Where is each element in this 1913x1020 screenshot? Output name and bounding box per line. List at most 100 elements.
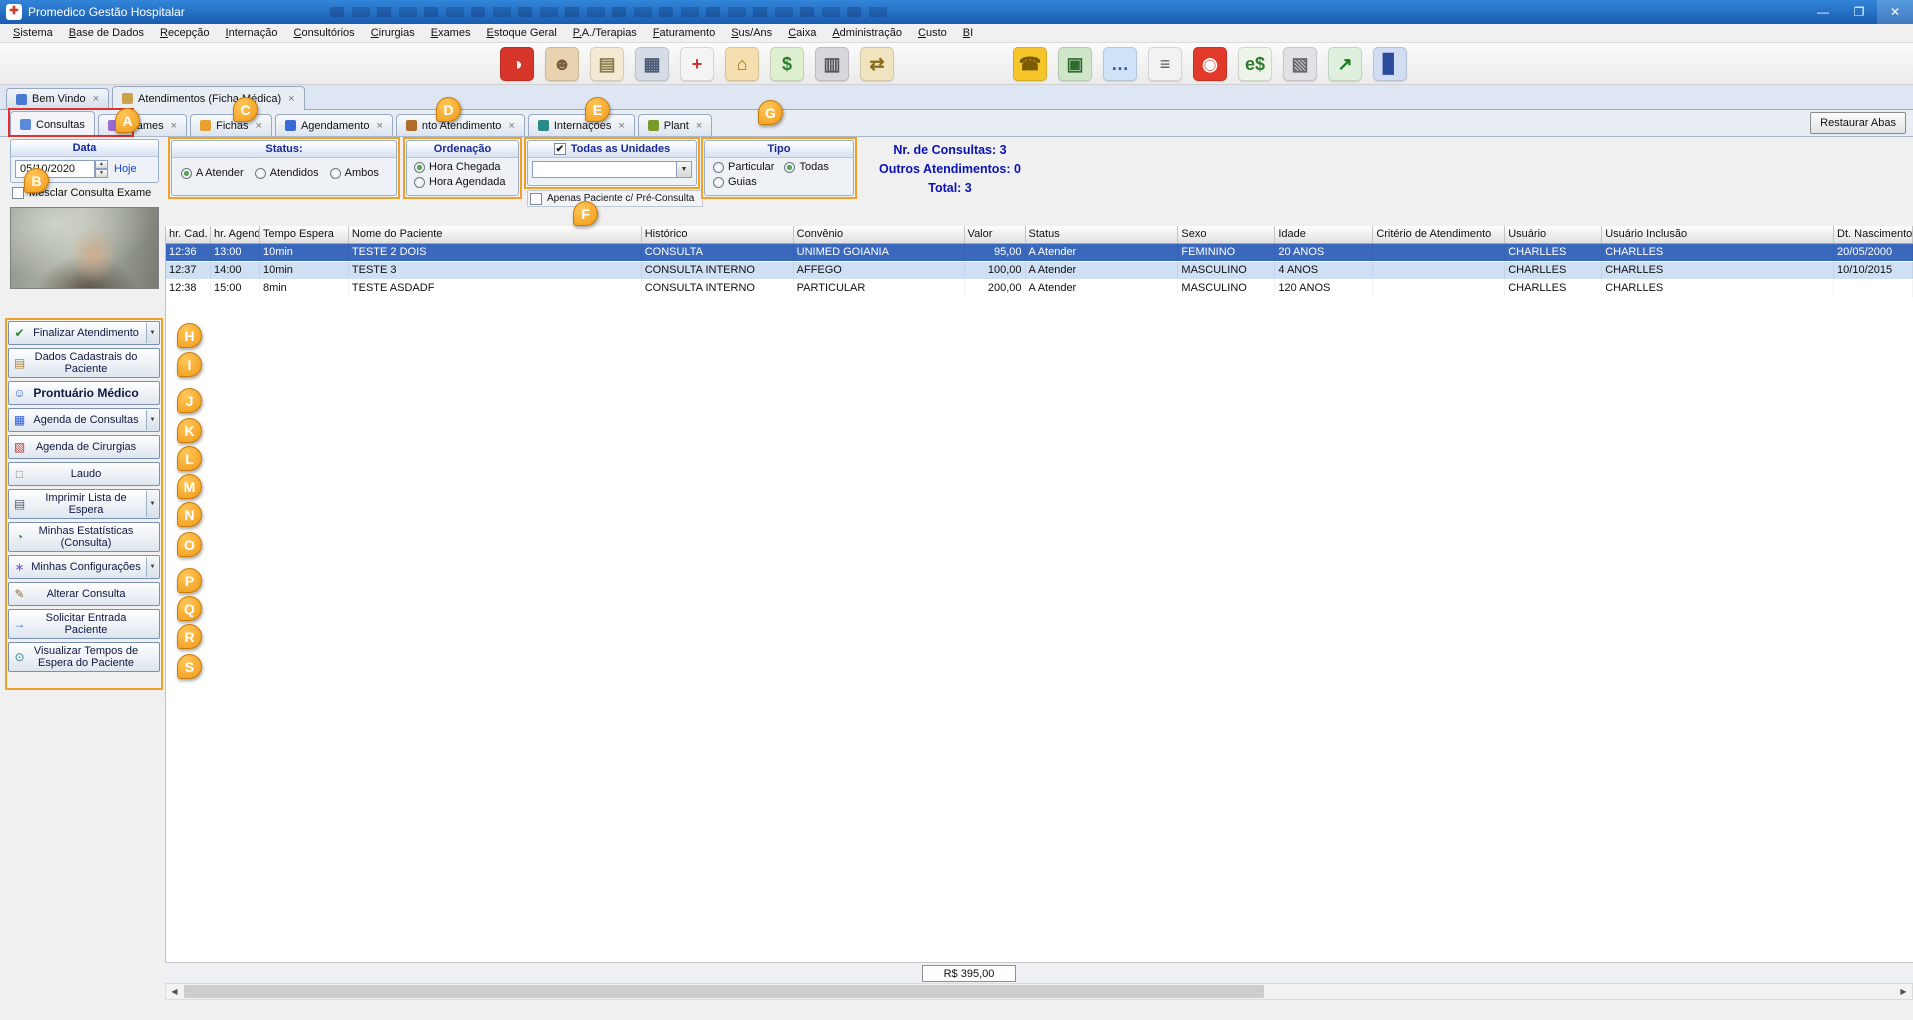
ordenacao-option-hora-agendada[interactable]: Hora Agendada — [414, 176, 518, 188]
menu-item-administracao[interactable]: Administração — [824, 25, 910, 41]
column-header-convenio[interactable]: Convênio — [794, 226, 965, 243]
main-tab-atendimentos-ficha-medica[interactable]: Atendimentos (Ficha Médica)× — [112, 86, 305, 110]
date-spinner[interactable] — [95, 160, 108, 178]
close-tab-icon[interactable]: × — [256, 120, 262, 132]
tipo-option-guias[interactable]: Guias — [713, 176, 853, 188]
table-row[interactable]: 12:3714:0010minTESTE 3CONSULTA INTERNOAF… — [166, 262, 1913, 280]
menu-item-bi[interactable]: BI — [955, 25, 981, 41]
sidebar-button-imprimir-lista-de-espera[interactable]: ▤Imprimir Lista de Espera — [8, 489, 160, 519]
column-header-historico[interactable]: Histórico — [642, 226, 794, 243]
sidebar-button-solicitar-entrada-paciente[interactable]: →Solicitar Entrada Paciente — [8, 609, 160, 639]
catalog-icon[interactable]: ▧ — [1283, 47, 1317, 81]
sidebar-button-minhas-estatisticas-consulta[interactable]: ◔Minhas Estatísticas (Consulta) — [8, 522, 160, 552]
dropdown-arrow-icon[interactable] — [146, 557, 158, 577]
spinner-up-icon[interactable] — [95, 160, 108, 169]
close-tab-icon[interactable]: × — [376, 120, 382, 132]
e-invoice-icon[interactable]: e$ — [1238, 47, 1272, 81]
today-button[interactable]: Hoje — [114, 163, 137, 175]
radio-icon[interactable] — [414, 162, 425, 173]
menu-item-base-de-dados[interactable]: Base de Dados — [61, 25, 152, 41]
chat-icon[interactable]: … — [1103, 47, 1137, 81]
table-row[interactable]: 12:3815:008minTESTE ASDADFCONSULTA INTER… — [166, 280, 1913, 298]
unidades-checkbox[interactable] — [554, 143, 566, 155]
apenas-checkbox-row[interactable]: Apenas Paciente c/ Pré-Consulta — [527, 190, 703, 207]
minimize-button[interactable]: — — [1805, 0, 1841, 24]
close-button[interactable]: ✕ — [1877, 0, 1913, 24]
column-header-nome-do-paciente[interactable]: Nome do Paciente — [349, 226, 642, 243]
shutdown-icon[interactable]: ◉ — [1193, 47, 1227, 81]
close-tab-icon[interactable]: × — [288, 93, 294, 105]
tab-consultas[interactable]: Consultas — [10, 111, 95, 137]
report-icon[interactable]: ≡ — [1148, 47, 1182, 81]
column-header-dt-nascimento[interactable]: Dt. Nascimento — [1834, 226, 1913, 243]
sidebar-button-dados-cadastrais-do-paciente[interactable]: ▤Dados Cadastrais do Paciente — [8, 348, 160, 378]
radio-icon[interactable] — [414, 177, 425, 188]
close-tab-icon[interactable]: × — [696, 120, 702, 132]
medical-record-icon[interactable]: ▤ — [590, 47, 624, 81]
column-header-tempo-espera[interactable]: Tempo Espera — [260, 226, 349, 243]
close-tab-icon[interactable]: × — [618, 120, 624, 132]
tab-fichas[interactable]: Fichas× — [190, 114, 272, 136]
radio-icon[interactable] — [181, 168, 192, 179]
revenue-icon[interactable]: $ — [770, 47, 804, 81]
sidebar-button-agenda-de-consultas[interactable]: ▦Agenda de Consultas — [8, 408, 160, 432]
sidebar-button-minhas-configuracoes[interactable]: ∗Minhas Configurações — [8, 555, 160, 579]
menu-item-sistema[interactable]: Sistema — [5, 25, 61, 41]
mesclar-checkbox[interactable] — [12, 187, 24, 199]
column-header-hr-agend[interactable]: hr. Agend. — [211, 226, 260, 243]
tab-internacoes[interactable]: Internações× — [528, 114, 635, 136]
status-option-ambos[interactable]: Ambos — [330, 167, 379, 179]
status-option-atendidos[interactable]: Atendidos — [255, 167, 319, 179]
sidebar-button-prontuario-medico[interactable]: ☺Prontuário Médico — [8, 381, 160, 405]
radio-icon[interactable] — [713, 177, 724, 188]
close-tab-icon[interactable]: × — [171, 120, 177, 132]
menu-item-faturamento[interactable]: Faturamento — [645, 25, 723, 41]
guide-book-icon[interactable]: ▊ — [1373, 47, 1407, 81]
menu-item-custo[interactable]: Custo — [910, 25, 955, 41]
vitals-chart-icon[interactable]: ↗ — [1328, 47, 1362, 81]
radio-icon[interactable] — [713, 162, 724, 173]
menu-item-recepcao[interactable]: Recepção — [152, 25, 218, 41]
tab-plant[interactable]: Plant× — [638, 114, 713, 136]
ambulance-icon[interactable]: + — [680, 47, 714, 81]
patients-icon[interactable]: ☻ — [545, 47, 579, 81]
menu-item-cirurgias[interactable]: Cirurgias — [363, 25, 423, 41]
promedico-logo-icon[interactable]: ◑ — [500, 47, 534, 81]
radio-icon[interactable] — [784, 162, 795, 173]
chevron-down-icon[interactable] — [676, 162, 691, 177]
menu-item-consultorios[interactable]: Consultórios — [286, 25, 363, 41]
tab-agendamento[interactable]: Agendamento× — [275, 114, 393, 136]
scrollbar-thumb[interactable] — [184, 985, 1264, 998]
tipo-option-particular[interactable]: Particular — [713, 161, 774, 173]
column-header-hr-cad[interactable]: hr. Cad. — [166, 226, 211, 243]
vault-icon[interactable]: ▥ — [815, 47, 849, 81]
dropdown-arrow-icon[interactable] — [146, 491, 158, 517]
tipo-option-todas[interactable]: Todas — [784, 161, 828, 173]
sidebar-button-visualizar-tempos-de-espera-do-paciente[interactable]: ⊙Visualizar Tempos de Espera do Paciente — [8, 642, 160, 672]
sidebar-button-finalizar-atendimento[interactable]: ✔Finalizar Atendimento — [8, 321, 160, 345]
column-header-criterio-de-atendimento[interactable]: Critério de Atendimento — [1373, 226, 1505, 243]
menu-item-caixa[interactable]: Caixa — [780, 25, 824, 41]
horizontal-scrollbar[interactable] — [165, 983, 1913, 1000]
column-header-usuario[interactable]: Usuário — [1505, 226, 1602, 243]
dropdown-arrow-icon[interactable] — [146, 323, 158, 343]
radio-icon[interactable] — [330, 168, 341, 179]
main-tab-bem-vindo[interactable]: Bem Vindo× — [6, 88, 109, 109]
menu-item-p-a-terapias[interactable]: P.A./Terapias — [565, 25, 645, 41]
sidebar-button-agenda-de-cirurgias[interactable]: ▧Agenda de Cirurgias — [8, 435, 160, 459]
column-header-sexo[interactable]: Sexo — [1178, 226, 1275, 243]
close-tab-icon[interactable]: × — [93, 93, 99, 105]
radio-icon[interactable] — [255, 168, 266, 179]
menu-item-internacao[interactable]: Internação — [218, 25, 286, 41]
restore-tabs-button[interactable]: Restaurar Abas — [1810, 112, 1906, 134]
table-row[interactable]: 12:3613:0010minTESTE 2 DOISCONSULTAUNIME… — [166, 244, 1913, 262]
dropdown-arrow-icon[interactable] — [146, 410, 158, 430]
menu-item-estoque-geral[interactable]: Estoque Geral — [478, 25, 564, 41]
maximize-button[interactable]: ❐ — [1841, 0, 1877, 24]
unidades-combobox[interactable] — [532, 161, 692, 178]
menu-item-sus-ans[interactable]: Sus/Ans — [723, 25, 780, 41]
apenas-checkbox[interactable] — [530, 193, 542, 205]
close-tab-icon[interactable]: × — [508, 120, 514, 132]
menu-item-exames[interactable]: Exames — [423, 25, 479, 41]
column-header-usuario-inclusao[interactable]: Usuário Inclusão — [1602, 226, 1834, 243]
